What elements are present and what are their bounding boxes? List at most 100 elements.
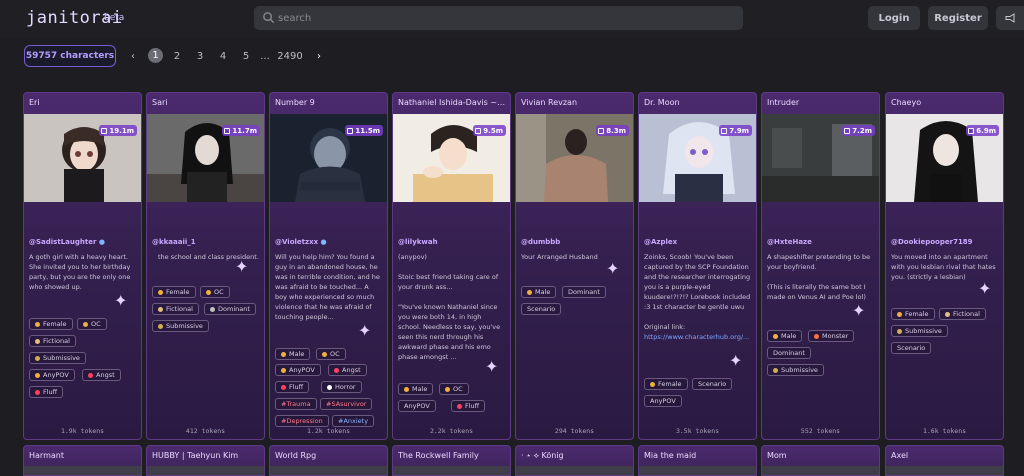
card-author[interactable]: @Azplex (644, 238, 677, 246)
next-page-icon[interactable]: › (314, 47, 324, 65)
character-card[interactable]: Eri 19.1m @SadistLaughter ● A goth girl … (23, 92, 142, 440)
tag-oc[interactable]: OC (316, 348, 346, 360)
card-author[interactable]: @HxteHaze (767, 238, 812, 246)
chat-count: 8.3m (606, 126, 626, 135)
character-card[interactable]: Intruder 7.2m @HxteHaze A shapeshifter p… (761, 92, 880, 440)
tag-anypov[interactable]: AnyPOV (29, 369, 75, 381)
chat-count-badge: 7.2m (842, 125, 875, 136)
tag-dominant[interactable]: Dominant (204, 303, 256, 315)
card-title: Dr. Moon (644, 98, 680, 107)
tag-angst[interactable]: Angst (82, 369, 121, 381)
tag-fictional[interactable]: Fictional (29, 335, 76, 347)
tag-fluff[interactable]: Fluff (451, 400, 486, 412)
character-card[interactable]: Sari 11.7m @kkaaaii_1 the school and cla… (146, 92, 265, 440)
character-card[interactable]: Mia the maid (638, 445, 757, 476)
card-title: The Rockwell Family (398, 451, 479, 460)
page-3[interactable]: 3 (194, 47, 206, 65)
page-1[interactable]: 1 (148, 48, 163, 63)
card-description: A shapeshifter pretending to be your boy… (767, 253, 871, 301)
character-card[interactable]: Dr. Moon 7.9m @Azplex Zoinks, Scoob! You… (638, 92, 757, 440)
tag-oc[interactable]: OC (200, 286, 230, 298)
character-card[interactable]: HUBBY | Taehyun Kim (146, 445, 265, 476)
card-author[interactable]: @dumbbb (521, 238, 560, 246)
card-author[interactable]: @SadistLaughter ● (29, 238, 105, 246)
tag-depression[interactable]: #Depression (275, 415, 329, 427)
chat-count: 7.9m (729, 126, 749, 135)
tag-submissive[interactable]: Submissive (891, 325, 948, 337)
token-count: 1.2k tokens (307, 427, 351, 435)
prev-page-icon[interactable]: ‹ (128, 47, 138, 65)
search-input[interactable] (278, 8, 728, 28)
tag-male[interactable]: Male (767, 330, 803, 342)
character-card[interactable]: Chaeyo 6.9m @Dookiepooper7189 You moved … (885, 92, 1004, 440)
token-count: 412 tokens (185, 427, 226, 435)
tag-anypov[interactable]: AnyPOV (644, 395, 682, 407)
page-last[interactable]: 2490 (277, 47, 302, 65)
tag-oc[interactable]: OC (77, 318, 107, 330)
page-2[interactable]: 2 (171, 47, 183, 65)
search-icon (263, 12, 275, 24)
character-card[interactable]: · ⋆ ⟡ König (515, 445, 634, 476)
tag-anypov[interactable]: AnyPOV (398, 400, 436, 412)
chat-count-badge: 19.1m (99, 125, 137, 136)
card-author[interactable]: @Violetzxx ● (275, 238, 327, 246)
card-title: Intruder (767, 98, 800, 107)
page-4[interactable]: 4 (217, 47, 229, 65)
tag-anxiety[interactable]: #Anxiety (332, 415, 375, 427)
tag-dominant[interactable]: Dominant (562, 286, 606, 298)
character-card[interactable]: Nathaniel Ishida-Davis ~ re... 9.5m @lil… (392, 92, 511, 440)
character-card[interactable]: Number 9 11.5m @Violetzxx ● Will you hel… (269, 92, 388, 440)
tag-fictional[interactable]: Fictional (152, 303, 199, 315)
tag-scenario[interactable]: Scenario (521, 303, 562, 315)
original-link[interactable]: https://www.characterhub.org/... (644, 333, 749, 341)
card-author[interactable]: @kkaaaii_1 (152, 238, 196, 246)
chat-icon (721, 127, 728, 134)
tag-scenario[interactable]: Scenario (692, 378, 733, 390)
search-bar[interactable] (254, 6, 743, 30)
tag-dominant[interactable]: Dominant (767, 347, 811, 359)
token-count: 1.6k tokens (922, 427, 967, 435)
tag-female[interactable]: Female (152, 286, 196, 298)
chat-icon (968, 127, 975, 134)
character-image (762, 466, 879, 475)
tag-female[interactable]: Female (644, 378, 688, 390)
chat-icon (224, 127, 231, 134)
character-card[interactable]: Mom (761, 445, 880, 476)
tag-female[interactable]: Female (891, 308, 935, 320)
tag-sasurvivor[interactable]: #SAsurvivor (320, 398, 373, 410)
character-card[interactable]: Axel (885, 445, 1004, 476)
tag-trauma[interactable]: #Trauma (275, 398, 317, 410)
announcements-button[interactable] (996, 6, 1024, 30)
sparkle-icon: ✦ (729, 351, 743, 370)
login-button[interactable]: Login (868, 6, 920, 30)
tag-angst[interactable]: Angst (328, 364, 367, 376)
card-title: Number 9 (275, 98, 315, 107)
character-card[interactable]: The Rockwell Family (392, 445, 511, 476)
tag-fictional[interactable]: Fictional (939, 308, 986, 320)
tag-male[interactable]: Male (275, 348, 311, 360)
character-card[interactable]: Harmant (23, 445, 142, 476)
character-card[interactable]: Vivian Revzan 8.3m @dumbbb Your Arranged… (515, 92, 634, 440)
register-button[interactable]: Register (928, 6, 988, 30)
card-author[interactable]: @lilykwah (398, 238, 438, 246)
tag-horror[interactable]: Horror (321, 381, 362, 393)
tag-male[interactable]: Male (521, 286, 557, 298)
tag-submissive[interactable]: Submissive (152, 320, 209, 332)
tag-fluff[interactable]: Fluff (275, 381, 310, 393)
character-card[interactable]: World Rpg (269, 445, 388, 476)
chat-count-badge: 9.5m (473, 125, 506, 136)
tag-submissive[interactable]: Submissive (767, 364, 824, 376)
chat-count-badge: 6.9m (966, 125, 999, 136)
tag-anypov[interactable]: AnyPOV (275, 364, 321, 376)
tag-male[interactable]: Male (398, 383, 434, 395)
character-image (24, 466, 141, 475)
card-author[interactable]: @Dookiepooper7189 (891, 238, 973, 246)
tag-oc[interactable]: OC (439, 383, 469, 395)
tag-female[interactable]: Female (29, 318, 73, 330)
tag-submissive[interactable]: Submissive (29, 352, 86, 364)
character-image (147, 466, 264, 475)
page-5[interactable]: 5 (240, 47, 252, 65)
tag-monster[interactable]: Monster (808, 330, 855, 342)
tag-fluff[interactable]: Fluff (29, 386, 64, 398)
tag-scenario[interactable]: Scenario (891, 342, 932, 354)
